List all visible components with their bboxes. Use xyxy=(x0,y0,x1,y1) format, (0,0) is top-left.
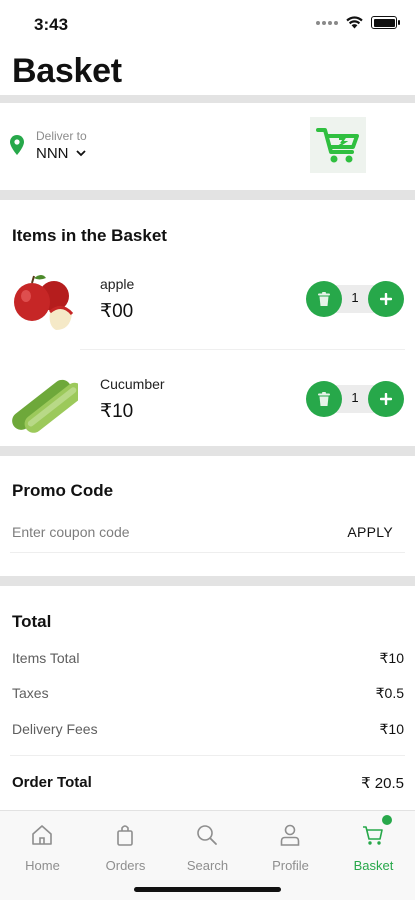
order-total-row: Order Total ₹ 20.5 xyxy=(12,774,404,792)
delivery-address-selector[interactable]: Deliver to NNN xyxy=(10,117,405,182)
plus-icon xyxy=(380,293,392,305)
battery-icon xyxy=(371,16,400,29)
item-price: ₹00 xyxy=(100,301,134,322)
tab-home[interactable]: Home xyxy=(1,811,84,881)
tab-label: Home xyxy=(25,858,60,873)
location-pin-icon xyxy=(10,135,24,155)
increase-quantity-button[interactable] xyxy=(368,281,404,317)
tab-label: Orders xyxy=(105,858,146,873)
total-row-label: Taxes xyxy=(12,685,49,701)
total-row-value: ₹0.5 xyxy=(375,685,404,701)
wifi-icon xyxy=(346,16,363,29)
bag-icon xyxy=(117,825,133,846)
promo-section-title: Promo Code xyxy=(12,481,114,500)
home-indicator xyxy=(134,887,281,892)
order-total-value: ₹ 20.5 xyxy=(361,775,404,792)
plus-icon xyxy=(380,393,392,405)
tab-label: Profile xyxy=(272,858,309,873)
delivery-address[interactable]: NNN xyxy=(36,145,86,162)
total-row-label: Items Total xyxy=(12,650,80,666)
divider xyxy=(10,755,405,756)
tab-label: Basket xyxy=(353,858,394,873)
item-name: apple xyxy=(100,276,135,292)
remove-item-button[interactable] xyxy=(306,281,342,317)
quantity-value: 1 xyxy=(351,390,359,405)
tab-basket[interactable]: Basket xyxy=(332,811,415,881)
basket-item: apple ₹00 1 xyxy=(0,260,415,350)
remove-item-button[interactable] xyxy=(306,381,342,417)
coupon-code-input[interactable]: Enter coupon code xyxy=(12,524,130,540)
page-title: Basket xyxy=(12,52,122,90)
delivery-address-value: NNN xyxy=(36,145,69,162)
total-section-title: Total xyxy=(12,612,52,631)
item-price: ₹10 xyxy=(100,401,134,422)
quantity-stepper: 1 xyxy=(306,381,404,417)
total-row-label: Delivery Fees xyxy=(12,721,98,737)
total-row-value: ₹10 xyxy=(379,650,404,666)
home-icon xyxy=(32,825,52,845)
cart-icon xyxy=(363,826,383,845)
quantity-stepper: 1 xyxy=(306,281,404,317)
status-time: 3:43 xyxy=(34,15,69,34)
status-bar: 3:43 xyxy=(0,0,415,48)
divider xyxy=(0,446,415,456)
chevron-down-icon xyxy=(75,150,86,157)
item-name: Cucumber xyxy=(100,376,165,392)
divider xyxy=(0,190,415,200)
tab-label: Search xyxy=(186,858,229,873)
items-total-row: Items Total ₹10 xyxy=(12,650,404,666)
app-logo xyxy=(310,117,366,173)
profile-icon xyxy=(280,824,300,846)
apply-coupon-button[interactable]: APPLY xyxy=(347,524,393,540)
total-row-value: ₹10 xyxy=(379,721,404,737)
basket-item: Cucumber ₹10 1 xyxy=(0,360,415,450)
trash-icon xyxy=(318,292,330,306)
deliver-to-label: Deliver to xyxy=(36,129,87,143)
increase-quantity-button[interactable] xyxy=(368,381,404,417)
tab-bar: Home Orders Search Profile Basket xyxy=(0,810,415,900)
trash-icon xyxy=(318,392,330,406)
divider xyxy=(10,552,405,553)
order-total-label: Order Total xyxy=(12,774,92,791)
tab-search[interactable]: Search xyxy=(166,811,249,881)
tab-orders[interactable]: Orders xyxy=(84,811,167,881)
apples-image xyxy=(14,275,74,330)
notification-badge xyxy=(382,815,392,825)
signal-icon xyxy=(316,20,338,25)
taxes-row: Taxes ₹0.5 xyxy=(12,685,404,701)
delivery-fees-row: Delivery Fees ₹10 xyxy=(12,721,404,737)
cucumber-image xyxy=(12,379,78,433)
status-icons xyxy=(316,16,400,29)
divider xyxy=(80,349,405,350)
tab-profile[interactable]: Profile xyxy=(249,811,332,881)
divider xyxy=(0,576,415,586)
divider xyxy=(0,95,415,103)
search-icon xyxy=(197,825,217,845)
basket-section-title: Items in the Basket xyxy=(12,226,167,245)
green-cart-logo-icon xyxy=(316,128,359,163)
quantity-value: 1 xyxy=(351,290,359,305)
